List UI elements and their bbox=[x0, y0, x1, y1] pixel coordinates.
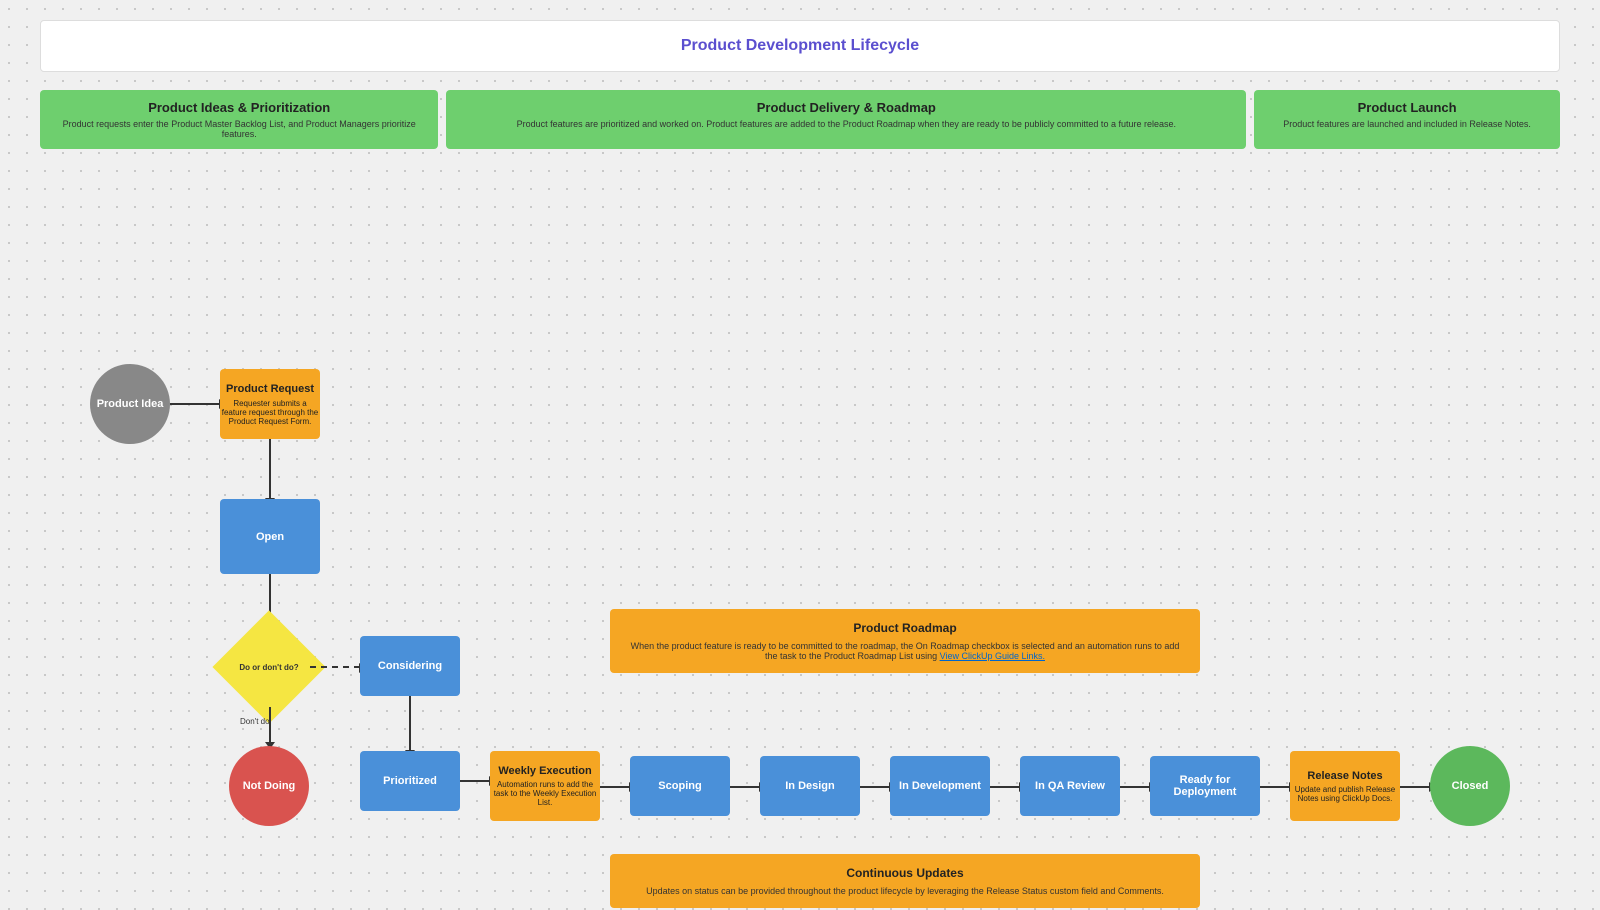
arrow-release-to-closed bbox=[1400, 786, 1430, 788]
header-launch-label: Product Launch bbox=[1268, 100, 1546, 115]
header-delivery-label: Product Delivery & Roadmap bbox=[460, 100, 1232, 115]
page-background: Product Development Lifecycle Product Id… bbox=[0, 0, 1600, 910]
page-title: Product Development Lifecycle bbox=[57, 37, 1543, 55]
arrow-idea-to-request bbox=[170, 403, 220, 405]
arrow-considering-to-prioritized-container bbox=[409, 696, 411, 751]
in-qa-review-node: In QA Review bbox=[1020, 756, 1120, 816]
scoping-node: Scoping bbox=[630, 756, 730, 816]
continuous-updates-banner: Continuous Updates Updates on status can… bbox=[610, 854, 1200, 908]
arrow-prioritized-to-weekly bbox=[460, 780, 490, 782]
arrow-deploy-to-release bbox=[1260, 786, 1290, 788]
arrow-dev-to-qa bbox=[990, 786, 1020, 788]
product-idea-node: Product Idea bbox=[90, 364, 170, 444]
not-doing-node: Not Doing bbox=[229, 746, 309, 826]
header-launch: Product Launch Product features are laun… bbox=[1254, 90, 1560, 149]
header-ideas-desc: Product requests enter the Product Maste… bbox=[54, 119, 424, 139]
release-notes-node: Release Notes Update and publish Release… bbox=[1290, 751, 1400, 821]
prioritized-node: Prioritized bbox=[360, 751, 460, 811]
arrow-qa-to-deploy bbox=[1120, 786, 1150, 788]
ready-deploy-node: Ready for Deployment bbox=[1150, 756, 1260, 816]
weekly-execution-node: Weekly Execution Automation runs to add … bbox=[490, 751, 600, 821]
header-delivery-desc: Product features are prioritized and wor… bbox=[460, 119, 1232, 129]
title-bar: Product Development Lifecycle bbox=[40, 20, 1560, 72]
in-development-node: In Development bbox=[890, 756, 990, 816]
header-ideas-label: Product Ideas & Prioritization bbox=[54, 100, 424, 115]
arrow-weekly-to-scoping bbox=[600, 786, 630, 788]
considering-node: Considering bbox=[360, 636, 460, 696]
arrow-scoping-to-design bbox=[730, 786, 760, 788]
dont-do-label: Don't do bbox=[240, 717, 270, 726]
header-launch-desc: Product features are launched and includ… bbox=[1268, 119, 1546, 129]
product-roadmap-link[interactable]: View ClickUp Guide Links. bbox=[940, 651, 1045, 661]
arrow-diamond-to-considering bbox=[310, 666, 360, 668]
header-row: Product Ideas & Prioritization Product r… bbox=[40, 90, 1560, 149]
arrow-request-to-open bbox=[269, 439, 271, 499]
flow-diagram: Product Idea Product Request Requester s… bbox=[40, 169, 1560, 789]
product-request-node: Product Request Requester submits a feat… bbox=[220, 369, 320, 439]
open-node: Open bbox=[220, 499, 320, 574]
closed-node: Closed bbox=[1430, 746, 1510, 826]
header-ideas: Product Ideas & Prioritization Product r… bbox=[40, 90, 438, 149]
product-roadmap-banner: Product Roadmap When the product feature… bbox=[610, 609, 1200, 673]
header-delivery: Product Delivery & Roadmap Product featu… bbox=[446, 90, 1246, 149]
in-design-node: In Design bbox=[760, 756, 860, 816]
arrow-design-to-dev bbox=[860, 786, 890, 788]
